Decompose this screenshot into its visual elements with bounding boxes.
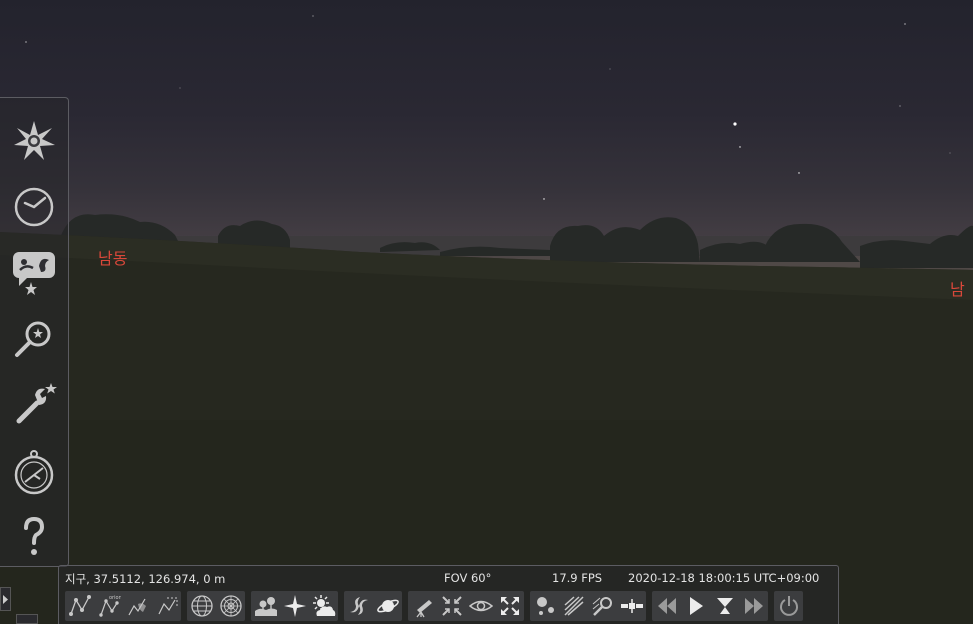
constellation-names-button[interactable]: orion (94, 591, 123, 621)
toolbar: orion (65, 591, 809, 621)
settings-wrench-icon (16, 383, 57, 424)
constellation-boundaries-icon (157, 597, 177, 615)
bar-toggle-button[interactable] (0, 587, 11, 611)
sky-objects-button[interactable] (8, 247, 60, 299)
rewind-button[interactable] (652, 591, 681, 621)
toolbar-group-quit (774, 591, 803, 621)
meteor-search-icon (592, 597, 612, 616)
azimuthal-grid-button[interactable] (216, 591, 245, 621)
quit-icon (779, 596, 798, 616)
location-info[interactable]: 지구, 37.5112, 126.974, 0 m (65, 571, 225, 587)
fullscreen-icon (500, 597, 519, 615)
planet-labels-icon (376, 599, 399, 613)
chevron-right-icon (3, 594, 8, 604)
toolbar-group-landscape (251, 591, 338, 621)
search-button[interactable] (8, 314, 60, 366)
play-button[interactable] (681, 591, 710, 621)
constellation-label-text: orion (109, 595, 121, 601)
astronomical-calculations-button[interactable] (8, 446, 60, 498)
toolbar-group-plugins (530, 591, 646, 621)
real-time-icon (716, 598, 733, 614)
fov-info: FOV 60° (444, 571, 492, 585)
help-icon (24, 516, 45, 555)
astro-calc-compass-icon (14, 450, 54, 495)
search-icon (15, 321, 51, 357)
toolbar-group-constellations: orion (65, 591, 181, 621)
sky-viewport[interactable] (0, 0, 973, 624)
sky-display-icon (14, 121, 55, 160)
mount-mode-button[interactable] (408, 591, 437, 621)
night-mode-button[interactable] (466, 591, 495, 621)
clock-icon (14, 187, 54, 227)
cardinal-points-button[interactable] (280, 591, 309, 621)
center-selected-button[interactable] (437, 591, 466, 621)
cardinal-label-south: 남 (950, 280, 965, 299)
quit-button[interactable] (774, 591, 803, 621)
constellation-art-button[interactable] (123, 591, 152, 621)
constellation-lines-icon (68, 595, 91, 616)
constellation-names-icon: orion (98, 595, 121, 617)
meteor-search-button[interactable] (588, 591, 617, 621)
cardinal-label-southeast: 남동 (98, 249, 128, 268)
play-icon (689, 597, 703, 615)
planet-labels-button[interactable] (373, 591, 402, 621)
help-button[interactable] (8, 511, 60, 563)
night-mode-icon (468, 600, 493, 612)
equatorial-grid-icon (190, 595, 213, 617)
rewind-icon (657, 598, 676, 614)
fast-forward-button[interactable] (739, 591, 768, 621)
configuration-button[interactable] (8, 378, 60, 430)
constellation-lines-button[interactable] (65, 591, 94, 621)
constellation-art-icon (127, 598, 146, 616)
sky-objects-icon (13, 252, 55, 295)
bar-toggle-bottom-button[interactable] (16, 614, 38, 624)
deep-sky-objects-icon (349, 597, 368, 615)
meteor-showers-button[interactable] (559, 591, 588, 621)
meteor-showers-icon (563, 596, 584, 616)
toolbar-group-view (408, 591, 524, 621)
date-time-button[interactable] (8, 181, 60, 233)
ground-button[interactable] (251, 591, 280, 621)
exoplanets-button[interactable] (530, 591, 559, 621)
atmosphere-button[interactable] (309, 591, 338, 621)
bottom-bar: 지구, 37.5112, 126.974, 0 m FOV 60° 17.9 F… (58, 565, 839, 624)
fast-forward-icon (744, 598, 763, 614)
sky-landscape (0, 15, 973, 624)
constellation-boundaries-button[interactable] (152, 591, 181, 621)
sky-display-button[interactable] (8, 115, 60, 167)
deep-sky-objects-button[interactable] (344, 591, 373, 621)
satellites-icon (620, 599, 643, 613)
satellites-button[interactable] (617, 591, 646, 621)
datetime-info[interactable]: 2020-12-18 18:00:15 UTC+09:00 (628, 571, 819, 585)
cardinal-points-icon (283, 595, 306, 617)
ground-icon (254, 597, 277, 616)
fps-info: 17.9 FPS (552, 571, 603, 585)
toolbar-group-objects (344, 591, 402, 621)
atmosphere-icon (312, 595, 335, 616)
left-side-bar (0, 97, 69, 567)
stars (25, 15, 951, 200)
toolbar-group-grids (187, 591, 245, 621)
real-time-button[interactable] (710, 591, 739, 621)
equatorial-grid-button[interactable] (187, 591, 216, 621)
center-selected-icon (441, 596, 462, 616)
toolbar-group-time (652, 591, 768, 621)
azimuthal-grid-icon (219, 595, 242, 617)
mount-mode-icon (415, 600, 432, 618)
fullscreen-button[interactable] (495, 591, 524, 621)
exoplanets-icon (536, 597, 554, 615)
